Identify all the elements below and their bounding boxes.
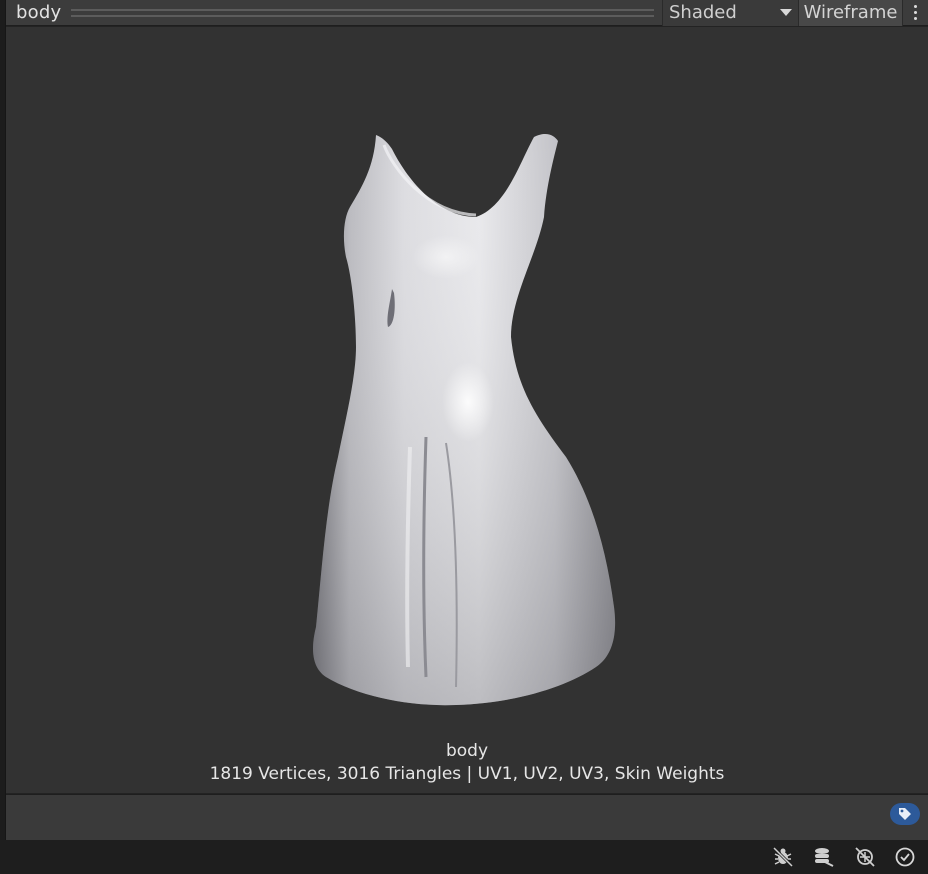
preview-title: body [16, 2, 62, 23]
check-icon[interactable] [892, 845, 918, 869]
more-options-icon[interactable] [902, 0, 928, 26]
mesh-stats-label: 1819 Vertices, 3016 Triangles | UV1, UV2… [209, 764, 725, 784]
tag-icon[interactable] [890, 803, 920, 825]
debug-icon[interactable] [770, 845, 796, 869]
mesh-preview-viewport[interactable] [6, 27, 928, 793]
mesh-name-label: body [445, 741, 489, 761]
status-bar [0, 840, 928, 874]
asset-labels-bar [6, 794, 928, 840]
wireframe-label: Wireframe [803, 2, 898, 23]
shading-mode-dropdown[interactable]: Shaded [662, 0, 798, 26]
caret-down-icon [780, 9, 792, 16]
preview-header: body Shaded Wireframe [6, 0, 928, 26]
shading-mode-value: Shaded [669, 2, 737, 23]
wireframe-toggle[interactable]: Wireframe [798, 0, 902, 26]
auto-generate-lighting-icon[interactable] [852, 845, 878, 869]
dress-mesh-render [313, 134, 616, 706]
cache-server-icon[interactable] [810, 845, 836, 869]
drag-handle[interactable] [71, 8, 654, 17]
